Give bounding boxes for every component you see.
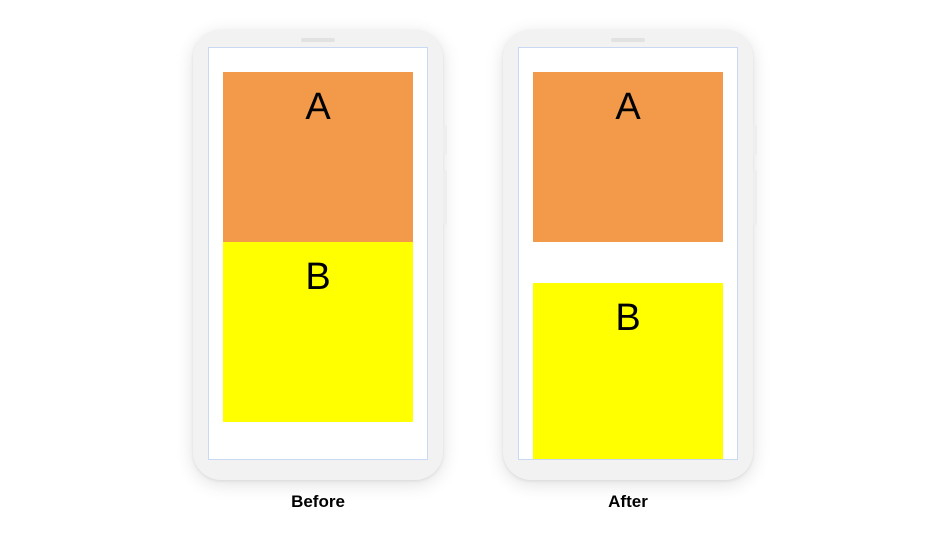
phone-after: A B	[503, 30, 753, 480]
screen-before: A B	[208, 47, 428, 460]
box-b-after: B	[533, 283, 723, 460]
comparison-stage: A B Before A B After	[193, 30, 753, 512]
box-a-label: A	[305, 86, 330, 128]
box-a-before: A	[223, 72, 413, 242]
box-b-label: B	[615, 297, 640, 339]
phone-speaker	[611, 38, 645, 42]
phone-power-button	[443, 125, 447, 155]
caption-before: Before	[291, 492, 345, 512]
after-column: A B After	[503, 30, 753, 512]
screen-after: A B	[518, 47, 738, 460]
box-a-label: A	[615, 86, 640, 128]
phone-speaker	[301, 38, 335, 42]
phone-volume-button	[753, 170, 757, 225]
before-column: A B Before	[193, 30, 443, 512]
phone-power-button	[753, 125, 757, 155]
caption-after: After	[608, 492, 648, 512]
phone-before: A B	[193, 30, 443, 480]
box-b-label: B	[305, 256, 330, 298]
box-b-before: B	[223, 242, 413, 422]
box-a-after: A	[533, 72, 723, 242]
phone-volume-button	[443, 170, 447, 225]
